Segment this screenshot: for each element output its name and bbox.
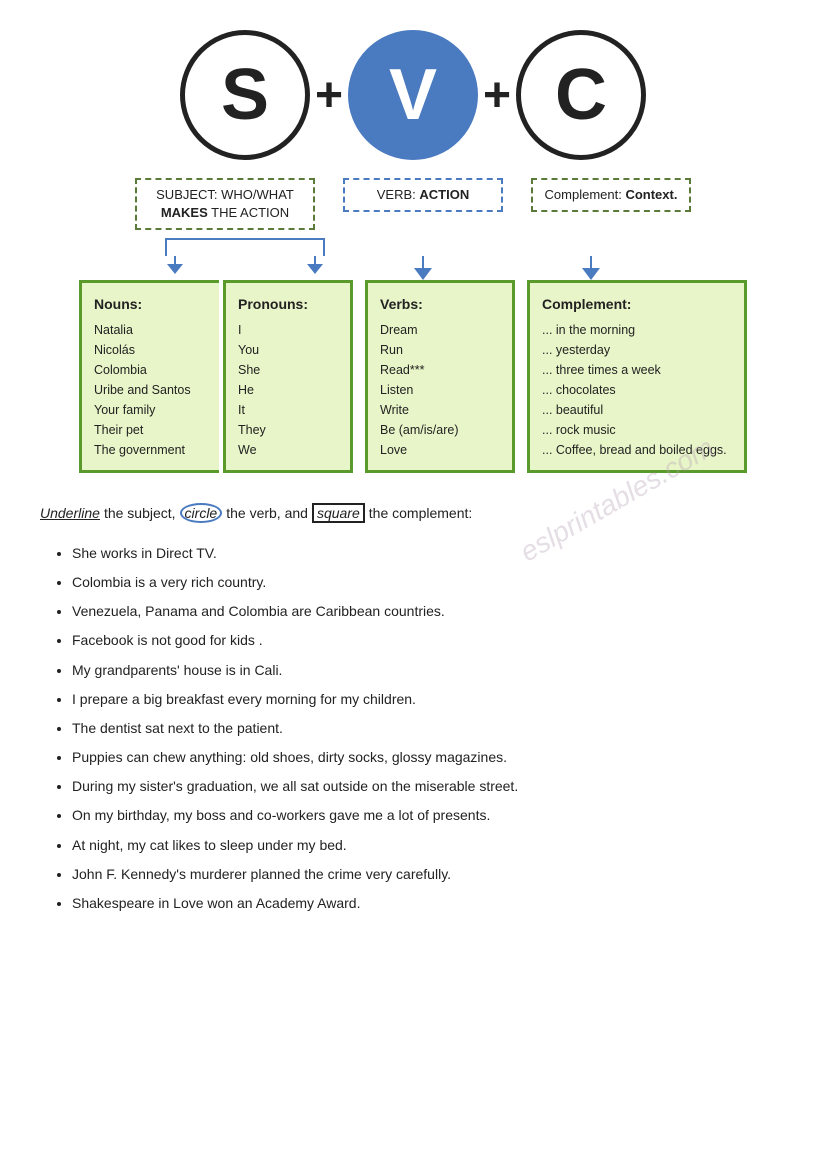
complement-label-box: Complement: Context. [531,178,691,212]
exercise-item-4: My grandparents' house is in Cali. [72,658,786,683]
square-word: square [312,503,365,523]
noun-item-0: Natalia [94,320,207,340]
exercise-item-9: On my birthday, my boss and co-workers g… [72,803,786,828]
subject-arrows [155,238,335,274]
instruction-text2: the verb, and [226,505,308,521]
noun-item-1: Nicolás [94,340,207,360]
complement-green-box: Complement: ... in the morning ... yeste… [527,280,747,472]
instruction-line: Underline the subject, circle the verb, … [40,503,786,523]
pronoun-item-0: I [238,320,338,340]
comp-item-3: ... chocolates [542,380,732,400]
verb-item-6: Love [380,440,500,460]
comp-item-6: ... Coffee, bread and boiled eggs. [542,440,732,460]
pronoun-item-2: She [238,360,338,380]
instruction-text3: the complement: [369,505,473,521]
comp-item-4: ... beautiful [542,400,732,420]
verb-label-box: VERB: ACTION [343,178,503,212]
green-boxes-row: Nouns: Natalia Nicolás Colombia Uribe an… [79,280,747,472]
subject-label-box: SUBJECT: WHO/WHAT MAKES THE ACTION [135,178,315,230]
noun-item-5: Their pet [94,420,207,440]
comp-item-2: ... three times a week [542,360,732,380]
underline-word: Underline [40,505,100,521]
verbs-box: Verbs: Dream Run Read*** Listen Write Be… [365,280,515,472]
comp-item-5: ... rock music [542,420,732,440]
comp-item-1: ... yesterday [542,340,732,360]
noun-item-6: The government [94,440,207,460]
instruction-text1: the subject, [104,505,176,521]
verb-item-0: Dream [380,320,500,340]
verb-arrows [343,238,503,280]
comp-item-0: ... in the morning [542,320,732,340]
verb-letter: V [389,54,437,136]
pronoun-item-3: He [238,380,338,400]
subject-label-text: SUBJECT: WHO/WHAT MAKES THE ACTION [156,187,294,220]
exercise-item-7: Puppies can chew anything: old shoes, di… [72,745,786,770]
noun-item-4: Your family [94,400,207,420]
plus-1: + [315,30,343,160]
exercise-item-2: Venezuela, Panama and Colombia are Carib… [72,599,786,624]
noun-item-3: Uribe and Santos [94,380,207,400]
nouns-title: Nouns: [94,293,207,315]
verb-item-2: Read*** [380,360,500,380]
complement-green-title: Complement: [542,293,732,315]
exercise-item-8: During my sister's graduation, we all sa… [72,774,786,799]
verbs-title: Verbs: [380,293,500,315]
nouns-box: Nouns: Natalia Nicolás Colombia Uribe an… [79,280,219,472]
pronoun-item-4: It [238,400,338,420]
subject-circle: S [180,30,310,160]
pronouns-box: Pronouns: I You She He It They We [223,280,353,472]
verb-label-text: VERB: ACTION [377,187,469,202]
exercise-item-3: Facebook is not good for kids . [72,628,786,653]
complement-circle: C [516,30,646,160]
pronouns-title: Pronouns: [238,293,338,315]
verb-item-4: Write [380,400,500,420]
pronoun-item-5: They [238,420,338,440]
verb-circle: V [348,30,478,160]
exercise-item-12: Shakespeare in Love won an Academy Award… [72,891,786,916]
verb-item-5: Be (am/is/are) [380,420,500,440]
exercise-item-11: John F. Kennedy's murderer planned the c… [72,862,786,887]
exercise-item-6: The dentist sat next to the patient. [72,716,786,741]
exercise-item-1: Colombia is a very rich country. [72,570,786,595]
complement-label-text: Complement: Context. [545,187,678,202]
subject-letter: S [221,54,269,136]
exercise-item-10: At night, my cat likes to sleep under my… [72,833,786,858]
noun-item-2: Colombia [94,360,207,380]
pronoun-item-6: We [238,440,338,460]
exercise-item-5: I prepare a big breakfast every morning … [72,687,786,712]
verb-item-1: Run [380,340,500,360]
circle-word: circle [180,503,223,523]
complement-arrows [511,238,671,280]
verb-item-3: Listen [380,380,500,400]
pronoun-item-1: You [238,340,338,360]
complement-letter: C [555,54,607,136]
exercise-list: She works in Direct TV. Colombia is a ve… [40,541,786,916]
plus-2: + [483,30,511,160]
exercise-item-0: She works in Direct TV. [72,541,786,566]
